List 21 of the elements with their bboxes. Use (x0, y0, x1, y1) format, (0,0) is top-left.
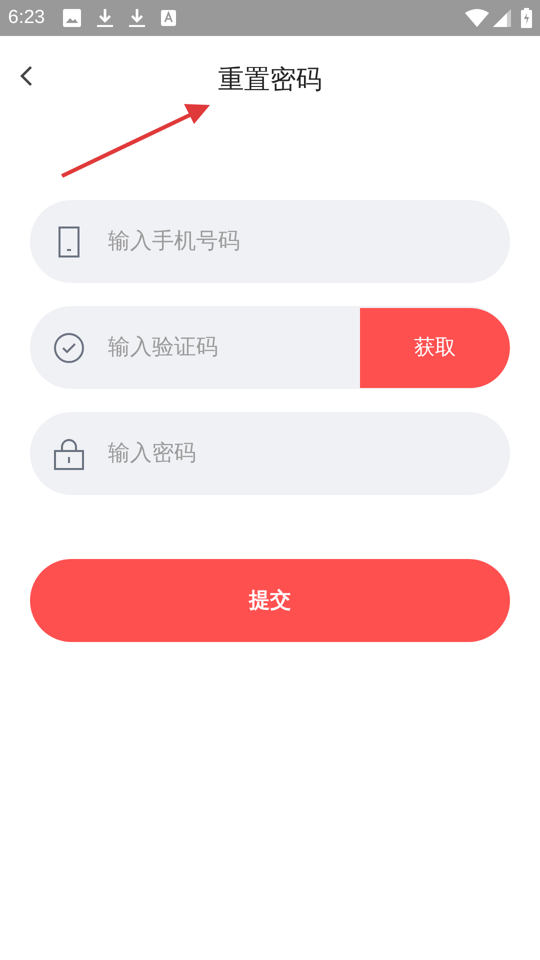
image-icon (62, 9, 81, 27)
text-input[interactable]: 输入手机号码 (108, 225, 510, 258)
status-time: 6:23 (8, 6, 45, 30)
input-field[interactable]: 输入密码 (30, 412, 510, 495)
text-input[interactable]: 输入验证码 (108, 331, 360, 364)
get-code-button[interactable]: 获取 (360, 308, 510, 388)
download-icon (96, 8, 113, 28)
submit-button[interactable]: 提交 (30, 559, 510, 642)
font-icon (160, 10, 176, 26)
phone-icon (58, 226, 80, 258)
page-title: 重置密码 (218, 64, 322, 96)
lock-icon (54, 438, 84, 470)
input-field[interactable]: 输入验证码 获取 (30, 306, 510, 389)
input-field[interactable]: 输入手机号码 (30, 200, 510, 283)
battery-icon (521, 8, 532, 28)
back-icon (19, 65, 33, 87)
text-input[interactable]: 输入密码 (108, 437, 510, 470)
wifi-icon (465, 9, 489, 27)
signal-icon (493, 9, 511, 27)
download-icon (128, 8, 145, 28)
check-circle-icon (53, 332, 85, 364)
